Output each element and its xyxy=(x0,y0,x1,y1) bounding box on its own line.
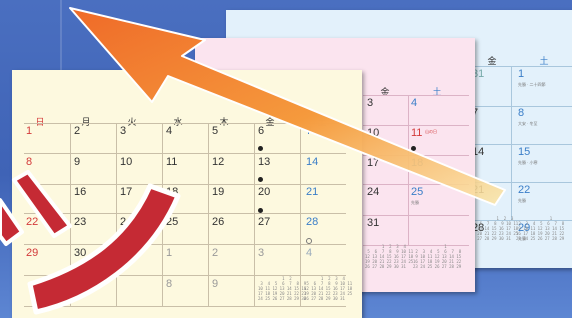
overlay-graphics xyxy=(0,7,506,315)
arrow-icon xyxy=(69,7,506,206)
brush-stroke-icon xyxy=(0,170,181,315)
